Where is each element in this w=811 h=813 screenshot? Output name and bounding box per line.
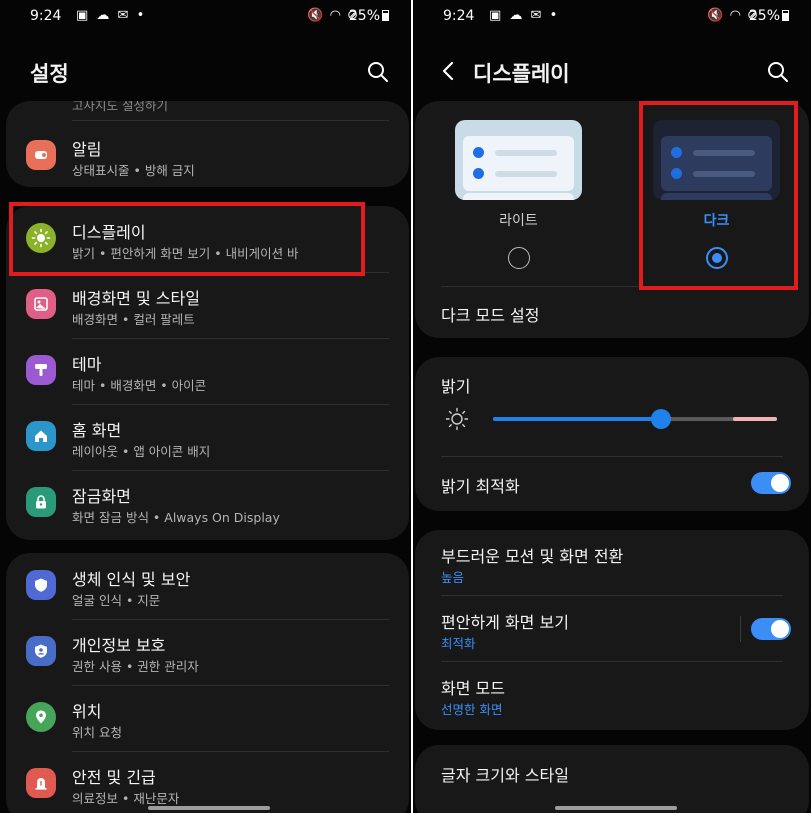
motion-smoothness-item[interactable]: 부드러운 모션 및 화면 전환 높음 <box>415 530 809 596</box>
font-card: 글자 크기와 스타일 <box>415 745 809 813</box>
item-label: 안전 및 긴급 <box>72 768 156 787</box>
motion-value: 높음 <box>441 570 465 585</box>
item-label: 배경화면 및 스타일 <box>72 289 200 308</box>
divider <box>72 120 389 121</box>
highlight-box <box>9 202 365 276</box>
shield-icon <box>26 570 56 600</box>
partial-row-text: 고사지도 설정하기 <box>72 101 168 113</box>
item-subtitle: 배경화면 • 컬러 팔레트 <box>72 312 195 327</box>
settings-item-safety[interactable]: 안전 및 긴급 의료정보 • 재난문자 <box>6 751 409 813</box>
brightness-card: 밝기 밝기 최적화 <box>415 357 809 511</box>
privacy-shield-icon <box>26 636 56 666</box>
settings-item-notifications[interactable]: 알림 상태표시줄 • 방해 금지 <box>6 123 409 187</box>
slider-extra-range <box>733 417 777 421</box>
brightness-label: 밝기 <box>441 377 471 396</box>
status-time: 9:24 <box>443 8 475 24</box>
gesture-bar[interactable] <box>148 806 270 810</box>
app-bar: 디스플레이 <box>413 56 811 92</box>
dark-mode-settings-item[interactable]: 다크 모드 설정 <box>441 302 540 326</box>
highlight-box <box>639 101 798 290</box>
vertical-separator <box>740 616 741 642</box>
settings-item-themes[interactable]: 테마 테마 • 배경화면 • 아이콘 <box>6 338 409 404</box>
notification-icons: ▣ ☁ ✉ • <box>76 8 147 23</box>
light-mode-option[interactable]: 라이트 <box>455 120 582 290</box>
motion-label: 부드러운 모션 및 화면 전환 <box>441 547 624 566</box>
battery-indicator: 25% <box>749 8 789 24</box>
item-subtitle: 레이아웃 • 앱 아이콘 배지 <box>72 444 211 459</box>
brush-icon <box>26 355 56 385</box>
slider-fill <box>493 417 661 421</box>
page-title: 설정 <box>30 62 69 86</box>
divider <box>441 456 783 457</box>
home-icon <box>26 421 56 451</box>
settings-group-notifications: 고사지도 설정하기 알림 상태표시줄 • 방해 금지 <box>6 101 409 187</box>
lock-icon <box>26 487 56 517</box>
font-size-style-item[interactable]: 글자 크기와 스타일 <box>441 762 569 786</box>
slider-thumb[interactable] <box>651 409 671 429</box>
item-label: 홈 화면 <box>72 421 122 440</box>
item-subtitle: 테마 • 배경화면 • 아이콘 <box>72 378 207 393</box>
screen-mode-value: 선명한 화면 <box>441 702 503 717</box>
search-icon[interactable] <box>367 61 389 83</box>
preview-dot <box>473 147 484 158</box>
gesture-bar[interactable] <box>555 806 677 810</box>
preview-panel <box>463 193 574 200</box>
item-label: 알림 <box>72 140 102 159</box>
battery-icon <box>382 10 389 21</box>
battery-icon <box>782 10 789 21</box>
notification-icons: ▣ ☁ ✉ • <box>489 8 560 23</box>
preview-dot <box>473 168 484 179</box>
image-icon <box>26 289 56 319</box>
back-arrow-icon[interactable] <box>439 60 459 82</box>
settings-screen: 9:24 ▣ ☁ ✉ • 🔇 ◠ ⊘ 25% 설정 고사지도 설정하기 알림 상… <box>0 0 411 813</box>
app-bar: 설정 <box>0 56 411 92</box>
item-label: 테마 <box>72 355 102 374</box>
settings-item-privacy[interactable]: 개인정보 보호 권한 사용 • 권한 관리자 <box>6 619 409 685</box>
status-bar: 9:24 ▣ ☁ ✉ • 🔇 ◠ ⊘ 25% <box>413 0 811 32</box>
eye-comfort-toggle[interactable] <box>751 618 791 640</box>
item-label: 생체 인식 및 보안 <box>72 570 191 589</box>
item-label: 개인정보 보호 <box>72 636 166 655</box>
adaptive-brightness-toggle[interactable] <box>751 472 791 494</box>
search-icon[interactable] <box>767 61 789 83</box>
page-title: 디스플레이 <box>473 62 570 86</box>
item-label: 위치 <box>72 702 102 721</box>
eye-comfort-label: 편안하게 화면 보기 <box>441 613 569 632</box>
eye-comfort-value: 최적화 <box>441 636 476 651</box>
preview-line <box>495 150 557 156</box>
item-label: 잠금화면 <box>72 487 131 506</box>
eye-comfort-item[interactable]: 편안하게 화면 보기 최적화 <box>415 596 809 662</box>
display-settings-screen: 9:24 ▣ ☁ ✉ • 🔇 ◠ ⊘ 25% 디스플레이 라이트 다크 다크 모… <box>413 0 811 813</box>
location-pin-icon <box>26 702 56 732</box>
settings-item-wallpaper[interactable]: 배경화면 및 스타일 배경화면 • 컬러 팔레트 <box>6 272 409 338</box>
adaptive-brightness-label: 밝기 최적화 <box>441 477 520 496</box>
light-mode-preview <box>455 120 582 200</box>
item-subtitle: 권한 사용 • 권한 관리자 <box>72 659 199 674</box>
settings-item-location[interactable]: 위치 위치 요청 <box>6 685 409 751</box>
item-subtitle: 의료정보 • 재난문자 <box>72 791 180 806</box>
bell-icon <box>26 140 56 170</box>
item-subtitle: 얼굴 인식 • 지문 <box>72 593 161 608</box>
status-bar: 9:24 ▣ ☁ ✉ • 🔇 ◠ ⊘ 25% <box>0 0 411 32</box>
settings-item-lock-screen[interactable]: 잠금화면 화면 잠금 방식 • Always On Display <box>6 470 409 536</box>
brightness-sun-icon <box>445 407 469 431</box>
light-mode-label: 라이트 <box>499 213 538 229</box>
settings-item-home-screen[interactable]: 홈 화면 레이아웃 • 앱 아이콘 배지 <box>6 404 409 470</box>
preview-line <box>495 171 557 177</box>
display-options-card: 부드러운 모션 및 화면 전환 높음 편안하게 화면 보기 최적화 화면 모드 … <box>415 530 809 730</box>
settings-group-security: 생체 인식 및 보안 얼굴 인식 • 지문 개인정보 보호 권한 사용 • 권한… <box>6 553 409 813</box>
brightness-slider[interactable] <box>493 409 777 429</box>
item-subtitle: 위치 요청 <box>72 725 122 740</box>
battery-indicator: 25% <box>349 8 389 24</box>
item-subtitle: 상태표시줄 • 방해 금지 <box>72 163 195 178</box>
settings-item-biometrics[interactable]: 생체 인식 및 보안 얼굴 인식 • 지문 <box>6 553 409 619</box>
emergency-icon <box>26 768 56 798</box>
status-time: 9:24 <box>30 8 62 24</box>
item-subtitle: 화면 잠금 방식 • Always On Display <box>72 510 280 525</box>
screen-mode-item[interactable]: 화면 모드 선명한 화면 <box>415 662 809 728</box>
light-mode-radio[interactable] <box>508 247 530 269</box>
preview-panel <box>463 136 574 191</box>
screen-mode-label: 화면 모드 <box>441 679 505 698</box>
